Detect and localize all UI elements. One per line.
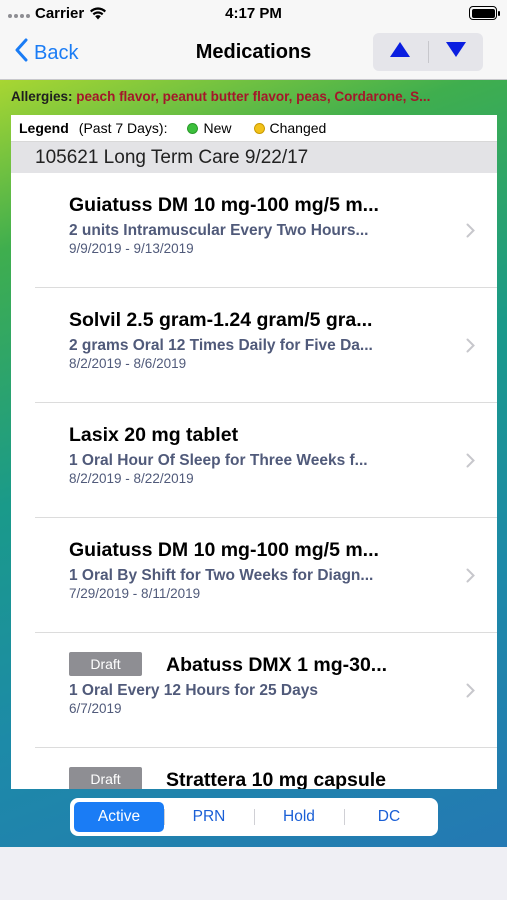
medication-dates: 8/2/2019 - 8/22/2019 bbox=[69, 471, 194, 486]
medication-sig: 2 grams Oral 12 Times Daily for Five Da.… bbox=[69, 337, 373, 354]
medication-name: Abatuss DMX 1 mg-30... bbox=[166, 654, 388, 676]
chevron-right-icon bbox=[466, 568, 475, 588]
draft-badge: Draft bbox=[69, 652, 142, 676]
section-header: 105621 Long Term Care 9/22/17 bbox=[11, 142, 497, 173]
next-button[interactable] bbox=[429, 33, 484, 71]
segment-active[interactable]: Active bbox=[74, 802, 164, 832]
legend-changed: Changed bbox=[253, 120, 327, 136]
allergies-label: Allergies: bbox=[11, 89, 73, 104]
medication-dates: 7/29/2019 - 8/11/2019 bbox=[69, 586, 201, 601]
medication-name: Lasix 20 mg tablet bbox=[69, 424, 239, 446]
chevron-left-icon bbox=[14, 38, 28, 68]
medication-name: Solvil 2.5 gram-1.24 gram/5 gra... bbox=[69, 309, 373, 331]
segment-dc[interactable]: DC bbox=[344, 802, 434, 832]
medication-dates: 6/7/2019 bbox=[69, 701, 122, 716]
medication-name: Guiatuss DM 10 mg-100 mg/5 m... bbox=[69, 539, 379, 561]
status-filter-segmented-control: Active PRN Hold DC bbox=[70, 798, 438, 836]
legend-period: (Past 7 Days): bbox=[78, 120, 168, 136]
medication-dates: 9/9/2019 - 9/13/2019 bbox=[69, 241, 194, 256]
previous-button[interactable] bbox=[373, 33, 428, 71]
medication-dates: 8/2/2019 - 8/6/2019 bbox=[69, 356, 187, 371]
navigation-bar: Back Medications bbox=[0, 26, 507, 80]
segment-prn[interactable]: PRN bbox=[164, 802, 254, 832]
bottom-area bbox=[0, 847, 507, 900]
medication-sig: 1 Oral By Shift for Two Weeks for Diagn.… bbox=[69, 567, 374, 584]
medication-row[interactable]: Draft Strattera 10 mg capsule bbox=[35, 748, 497, 789]
medication-name: Strattera 10 mg capsule bbox=[166, 769, 387, 789]
chevron-right-icon bbox=[466, 223, 475, 243]
medication-name: Guiatuss DM 10 mg-100 mg/5 m... bbox=[69, 194, 379, 216]
medication-panel: Legend (Past 7 Days): New Changed 105621… bbox=[11, 115, 497, 789]
chevron-right-icon bbox=[466, 338, 475, 358]
battery-icon bbox=[469, 6, 500, 20]
medication-row[interactable]: Draft Abatuss DMX 1 mg-30... 1 Oral Ever… bbox=[35, 633, 497, 748]
medication-list: Guiatuss DM 10 mg-100 mg/5 m... 2 units … bbox=[11, 173, 497, 789]
yellow-dot-icon bbox=[253, 122, 265, 134]
triangle-down-icon bbox=[445, 41, 467, 63]
back-button[interactable]: Back bbox=[14, 38, 78, 68]
legend-new: New bbox=[187, 120, 232, 136]
back-label: Back bbox=[34, 41, 79, 64]
medication-row[interactable]: Solvil 2.5 gram-1.24 gram/5 gra... 2 gra… bbox=[35, 288, 497, 403]
draft-badge: Draft bbox=[69, 767, 142, 789]
allergies-value: peach flavor, peanut butter flavor, peas… bbox=[76, 89, 431, 104]
medication-sig: 2 units Intramuscular Every Two Hours... bbox=[69, 222, 369, 239]
medication-row[interactable]: Lasix 20 mg tablet 1 Oral Hour Of Sleep … bbox=[35, 403, 497, 518]
triangle-up-icon bbox=[389, 41, 411, 63]
medication-sig: 1 Oral Every 12 Hours for 25 Days bbox=[69, 682, 318, 699]
legend: Legend (Past 7 Days): New Changed bbox=[11, 115, 497, 142]
legend-new-label: New bbox=[203, 120, 232, 136]
chevron-right-icon bbox=[466, 683, 475, 703]
medication-row[interactable]: Guiatuss DM 10 mg-100 mg/5 m... 1 Oral B… bbox=[35, 518, 497, 633]
chevron-right-icon bbox=[466, 453, 475, 473]
segment-hold[interactable]: Hold bbox=[254, 802, 344, 832]
legend-title: Legend bbox=[19, 120, 69, 136]
green-dot-icon bbox=[187, 122, 199, 134]
up-down-control bbox=[373, 33, 483, 71]
medication-sig: 1 Oral Hour Of Sleep for Three Weeks f..… bbox=[69, 452, 368, 469]
status-bar: Carrier 4:17 PM bbox=[0, 0, 507, 26]
status-time: 4:17 PM bbox=[225, 5, 282, 22]
legend-changed-label: Changed bbox=[269, 120, 327, 136]
medication-row[interactable]: Guiatuss DM 10 mg-100 mg/5 m... 2 units … bbox=[35, 173, 497, 288]
allergies-banner: Allergies: peach flavor, peanut butter f… bbox=[11, 89, 497, 109]
